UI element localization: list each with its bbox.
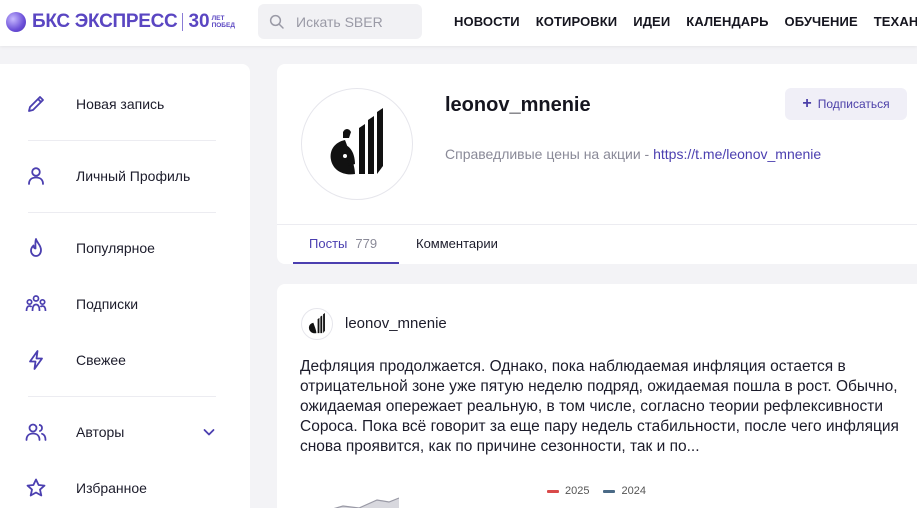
chart-legend: 2025 2024: [547, 485, 646, 497]
logo-separator: [182, 13, 184, 31]
legend-item-2025: 2025: [547, 485, 589, 497]
lightning-icon: [29, 350, 43, 370]
authors-icon: [25, 423, 47, 441]
sidebar-item-label: Авторы: [76, 424, 125, 440]
profile-card: leonov_mnenie + Подписаться Справедливые…: [277, 64, 917, 264]
channel-logo-icon: [330, 108, 383, 175]
sidebar-item-label: Новая запись: [76, 96, 165, 112]
sidebar-item-authors[interactable]: Авторы: [24, 412, 220, 452]
sidebar-item-popular[interactable]: Популярное: [24, 228, 220, 268]
profile-telegram-link[interactable]: https://t.me/leonov_mnenie: [653, 146, 821, 162]
legend-item-2024: 2024: [603, 485, 646, 497]
nav-education[interactable]: ОБУЧЕНИЕ: [785, 14, 858, 29]
tab-posts[interactable]: Посты 779: [309, 236, 377, 251]
profile-name: leonov_mnenie: [445, 94, 591, 116]
user-icon: [28, 167, 44, 185]
sidebar-item-label: Подписки: [76, 296, 139, 312]
tab-comments-label: Комментарии: [416, 236, 498, 251]
sidebar-item-fresh[interactable]: Свежее: [24, 340, 220, 380]
top-header: БКС ЭКСПРЕСС 30 ЛЕТ ПОБЕД НОВОСТИ КОТИРО…: [0, 0, 917, 46]
tab-posts-count: 779: [355, 236, 378, 251]
profile-description: Справедливые цены на акции - https://t.m…: [445, 146, 821, 162]
nav-news[interactable]: НОВОСТИ: [454, 14, 520, 29]
nav-techanalysis[interactable]: ТЕХАНАЛИЗ: [874, 14, 917, 29]
site-logo[interactable]: БКС ЭКСПРЕСС 30 ЛЕТ ПОБЕД: [6, 10, 235, 34]
sidebar-item-favorites[interactable]: Избранное: [24, 468, 220, 508]
logo-tagline: ЛЕТ ПОБЕД: [212, 15, 235, 29]
legend-label: 2025: [565, 485, 590, 497]
active-tab-indicator: [293, 262, 399, 264]
legend-swatch: [603, 489, 616, 493]
legend-label: 2024: [621, 485, 646, 497]
tab-comments[interactable]: Комментарии: [416, 236, 498, 251]
tab-posts-label: Посты: [309, 236, 348, 251]
subscribe-label: Подписаться: [817, 97, 890, 111]
profile-avatar[interactable]: [301, 88, 413, 200]
logo-text: БКС ЭКСПРЕСС: [32, 11, 178, 32]
top-nav: НОВОСТИ КОТИРОВКИ ИДЕИ КАЛЕНДАРЬ ОБУЧЕНИ…: [454, 14, 917, 29]
sidebar-item-label: Избранное: [76, 480, 147, 496]
plus-icon: +: [802, 95, 812, 112]
users-group-icon: [25, 295, 47, 312]
post-author-name[interactable]: leonov_mnenie: [345, 315, 447, 332]
sidebar-item-label: Личный Профиль: [76, 168, 191, 184]
sidebar-item-label: Свежее: [76, 352, 126, 368]
logo-tagline-line2: ПОБЕД: [211, 22, 235, 29]
nav-calendar[interactable]: КАЛЕНДАРЬ: [686, 14, 768, 29]
sidebar-item-subscriptions[interactable]: Подписки: [24, 284, 220, 324]
legend-swatch: [547, 489, 559, 493]
profile-description-text: Справедливые цены на акции -: [445, 146, 654, 162]
nav-ideas[interactable]: ИДЕИ: [633, 14, 670, 29]
post-card: leonov_mnenie Дефляция продолжается. Одн…: [277, 284, 917, 508]
sidebar-divider: [28, 396, 216, 397]
logo-sphere-icon: [6, 12, 26, 32]
search-icon: [269, 14, 284, 29]
search-box[interactable]: [258, 4, 422, 39]
pencil-icon: [28, 96, 44, 112]
sidebar-item-label: Популярное: [76, 240, 155, 256]
sidebar: Новая запись Личный Профиль Популярное П…: [0, 64, 250, 508]
chevron-down-icon[interactable]: [202, 425, 216, 439]
channel-logo-icon: [308, 313, 325, 334]
sidebar-item-profile[interactable]: Личный Профиль: [24, 156, 220, 196]
sidebar-divider: [28, 212, 216, 213]
sidebar-item-new-post[interactable]: Новая запись: [24, 84, 220, 124]
post-text[interactable]: Дефляция продолжается. Однако, пока набл…: [300, 357, 912, 457]
logo-number: 30: [188, 11, 210, 32]
subscribe-button[interactable]: + Подписаться: [785, 88, 907, 120]
star-icon: [26, 478, 46, 497]
nav-quotes[interactable]: КОТИРОВКИ: [536, 14, 618, 29]
fire-icon: [30, 238, 42, 257]
post-author-avatar[interactable]: [301, 308, 333, 340]
search-input[interactable]: [296, 13, 406, 30]
chart-preview-image: [333, 497, 399, 508]
sidebar-divider: [28, 140, 216, 141]
logo-tagline-line1: ЛЕТ: [211, 15, 225, 22]
profile-divider: [277, 224, 917, 225]
